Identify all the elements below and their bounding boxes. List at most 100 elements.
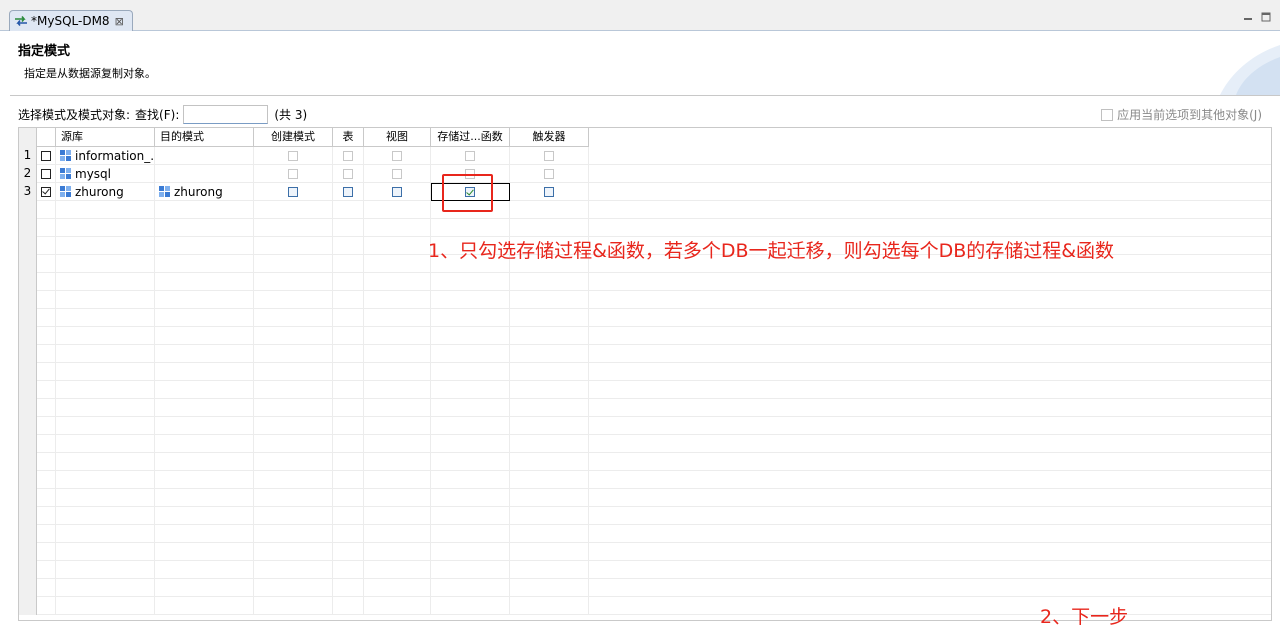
trigger-cell[interactable] <box>510 147 589 165</box>
table-row[interactable] <box>19 561 1271 579</box>
page-title: 指定模式 <box>18 44 71 59</box>
header-procedure[interactable]: 存储过...函数 <box>431 128 510 147</box>
empty-cell <box>254 237 333 255</box>
header-trigger[interactable]: 触发器 <box>510 128 589 147</box>
table-row[interactable] <box>19 507 1271 525</box>
row-select-cell[interactable] <box>37 165 56 183</box>
table-row[interactable]: 2 mysql <box>19 165 1271 183</box>
procedure-cell[interactable] <box>431 183 510 201</box>
target-cell[interactable] <box>155 147 254 165</box>
empty-cell <box>155 489 254 507</box>
table-row[interactable] <box>19 201 1271 219</box>
row-select-checkbox[interactable] <box>41 151 51 161</box>
table-row[interactable] <box>19 525 1271 543</box>
table-row[interactable]: 1 information_.. <box>19 147 1271 165</box>
maximize-icon[interactable] <box>1260 12 1272 22</box>
source-cell[interactable]: zhurong <box>56 183 155 201</box>
table-row[interactable] <box>19 309 1271 327</box>
empty-cell <box>155 345 254 363</box>
empty-cell <box>510 561 589 579</box>
table-row[interactable] <box>19 381 1271 399</box>
table-row[interactable] <box>19 471 1271 489</box>
header-source[interactable]: 源库 <box>56 128 155 147</box>
table-row[interactable] <box>19 327 1271 345</box>
empty-cell <box>510 219 589 237</box>
empty-cell <box>364 435 431 453</box>
target-cell[interactable] <box>155 165 254 183</box>
annotation-step-2: 2、下一步 <box>1040 606 1129 625</box>
apply-all-option[interactable]: 应用当前选项到其他对象(J) <box>1101 106 1262 123</box>
empty-cell <box>364 453 431 471</box>
header-view[interactable]: 视图 <box>364 128 431 147</box>
table-row[interactable] <box>19 219 1271 237</box>
row-select-cell[interactable] <box>37 147 56 165</box>
trigger-checkbox[interactable] <box>544 187 554 197</box>
table-row[interactable] <box>19 435 1271 453</box>
empty-cell <box>364 579 431 597</box>
view-cell[interactable] <box>364 147 431 165</box>
header-target[interactable]: 目的模式 <box>155 128 254 147</box>
empty-cell <box>510 525 589 543</box>
empty-cell <box>364 237 431 255</box>
header-create-schema[interactable]: 创建模式 <box>254 128 333 147</box>
table-cell[interactable] <box>333 183 364 201</box>
annotation-step-1: 1、只勾选存储过程&函数，若多个DB一起迁移，则勾选每个DB的存储过程&函数 <box>428 240 1115 262</box>
procedure-cell[interactable] <box>431 165 510 183</box>
row-select-checkbox[interactable] <box>41 169 51 179</box>
empty-cell <box>431 417 510 435</box>
trigger-cell[interactable] <box>510 183 589 201</box>
source-name: information_.. <box>75 148 155 163</box>
trigger-cell[interactable] <box>510 165 589 183</box>
empty-cell <box>333 543 364 561</box>
empty-cell <box>431 489 510 507</box>
table-row[interactable] <box>19 417 1271 435</box>
target-cell[interactable]: zhurong <box>155 183 254 201</box>
procedure-checkbox[interactable] <box>465 187 475 197</box>
empty-cell <box>510 345 589 363</box>
tab-mysql-dm8[interactable]: *MySQL-DM8 ⊠ <box>9 10 133 31</box>
empty-cell <box>254 507 333 525</box>
create-schema-cell[interactable] <box>254 147 333 165</box>
row-select-cell[interactable] <box>37 183 56 201</box>
table-row[interactable] <box>19 345 1271 363</box>
minimize-icon[interactable] <box>1242 12 1254 22</box>
create-schema-checkbox[interactable] <box>288 187 298 197</box>
table-cell[interactable] <box>333 147 364 165</box>
view-cell[interactable] <box>364 165 431 183</box>
row-number <box>19 291 37 309</box>
table-row[interactable] <box>19 453 1271 471</box>
empty-cell <box>155 273 254 291</box>
view-checkbox <box>392 151 402 161</box>
table-row[interactable] <box>19 363 1271 381</box>
table-cell[interactable] <box>333 165 364 183</box>
view-checkbox[interactable] <box>392 187 402 197</box>
view-cell[interactable] <box>364 183 431 201</box>
table-row[interactable] <box>19 579 1271 597</box>
empty-cell <box>254 291 333 309</box>
apply-all-checkbox[interactable] <box>1101 108 1114 121</box>
source-cell[interactable]: mysql <box>56 165 155 183</box>
table-row[interactable] <box>19 399 1271 417</box>
apply-all-label: 应用当前选项到其他对象(J) <box>1117 108 1262 122</box>
table-checkbox[interactable] <box>343 187 353 197</box>
table-row[interactable] <box>19 291 1271 309</box>
row-number <box>19 399 37 417</box>
table-row[interactable]: 3 zhurong zhurong <box>19 183 1271 201</box>
create-schema-cell[interactable] <box>254 165 333 183</box>
empty-cell <box>56 507 155 525</box>
empty-cell <box>155 291 254 309</box>
empty-cell <box>56 561 155 579</box>
tab-close-icon[interactable]: ⊠ <box>115 15 124 28</box>
search-input[interactable] <box>183 104 269 124</box>
empty-cell <box>56 399 155 417</box>
empty-cell <box>56 489 155 507</box>
source-cell[interactable]: information_.. <box>56 147 155 165</box>
table-row[interactable] <box>19 273 1271 291</box>
empty-cell <box>56 237 155 255</box>
procedure-cell[interactable] <box>431 147 510 165</box>
table-row[interactable] <box>19 543 1271 561</box>
header-table[interactable]: 表 <box>333 128 364 147</box>
create-schema-cell[interactable] <box>254 183 333 201</box>
table-row[interactable] <box>19 489 1271 507</box>
row-select-checkbox[interactable] <box>41 187 51 197</box>
